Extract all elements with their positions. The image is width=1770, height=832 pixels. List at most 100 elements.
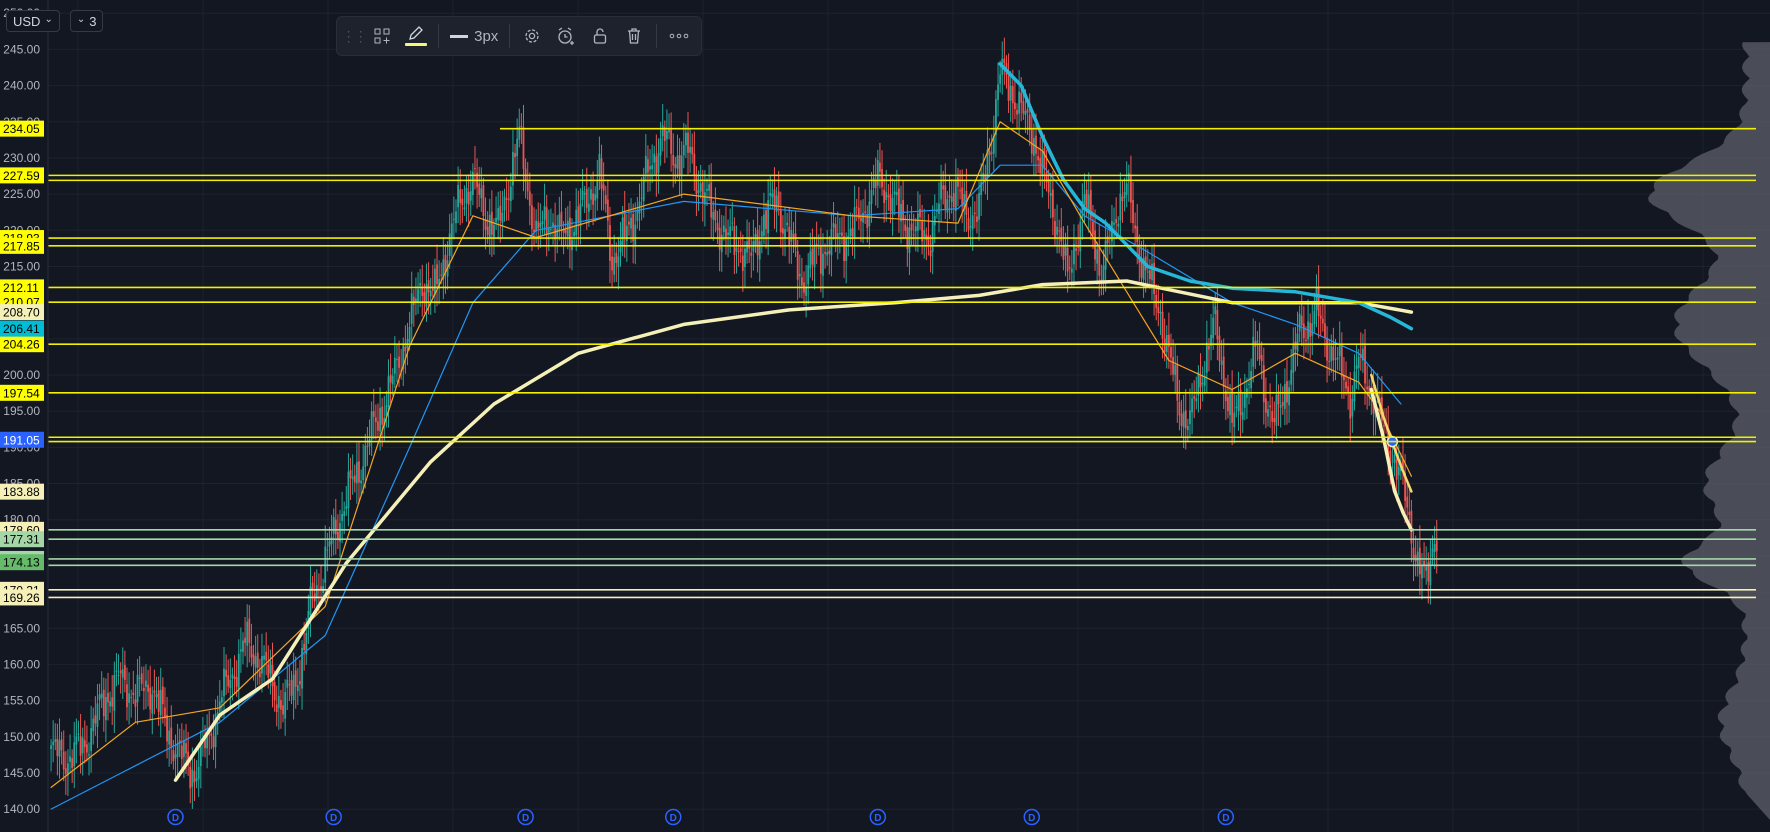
price-tick-label: 240.00 [3,79,40,93]
candle-body [252,654,255,665]
candle-body [1351,399,1354,417]
candle-body [309,586,312,616]
candle-body [1345,381,1347,389]
drag-grip-icon[interactable]: ⋮⋮ [342,21,368,51]
candle-body [280,700,282,710]
candle-body [107,692,109,703]
candle-body [748,237,751,249]
candle-body [674,164,677,168]
trash-icon[interactable] [618,21,650,51]
candle-body [860,217,862,222]
candle-body [782,228,784,234]
candle-body [452,218,455,220]
candle-body [750,252,753,256]
candle-body [1085,189,1088,210]
candle-body [1241,412,1244,420]
candle-body [552,222,554,227]
candle-body [1332,346,1335,361]
candle-body [811,248,814,265]
price-levels[interactable] [48,127,1756,599]
candle-body [94,715,97,724]
candle-body [729,226,732,236]
candle-body [851,228,854,237]
candle-body [824,251,826,254]
candle-body [1125,183,1128,195]
candle-body [628,221,630,225]
candle-body [1258,344,1261,360]
candle-body [691,146,694,155]
candle-body [1102,265,1105,281]
candle-body [1119,193,1122,221]
lock-open-icon[interactable] [584,21,616,51]
pencil-icon[interactable] [400,21,432,51]
candle-body [1368,386,1371,396]
currency-selector[interactable]: USD ⌄ [6,10,60,32]
candle-body [613,257,616,275]
alarm-clock-plus-icon[interactable] [550,21,582,51]
line-width-button[interactable]: 3px [445,21,503,51]
dividend-marker-label: D [1028,813,1035,824]
candle-body [191,769,194,787]
candle-body [1397,466,1400,476]
price-axis[interactable]: 250.00245.00240.00235.00230.00225.00220.… [0,0,49,832]
candle-body [902,200,905,221]
candle-body [680,155,683,177]
candle-body [1237,394,1240,411]
grid-lines [48,0,1770,832]
stock-chart[interactable]: DDDDDDD 250.00245.00240.00235.00230.0022… [0,0,1770,832]
candle-body [299,680,301,685]
candle-body [735,247,738,252]
candle-body [739,248,742,252]
candle-body [805,287,808,296]
candle-body [876,160,879,186]
candle-body [151,694,154,714]
line-width-label: 3px [474,27,499,45]
candle-body [539,223,542,228]
candle-body [670,127,673,154]
candle-body [1315,286,1318,311]
candle-body [777,191,780,206]
candle-body [999,74,1002,84]
candle-body [100,693,103,699]
candle-body [1073,244,1075,265]
grid-add-icon[interactable] [366,21,398,51]
candle-body [408,326,411,343]
price-tick-label: 145.00 [3,766,40,780]
candle-body [879,162,881,172]
candle-body [263,655,265,660]
candle-body [239,649,242,652]
drawing-toolbar[interactable]: ⋮⋮ 3px [336,16,702,56]
candle-body [102,689,105,717]
candle-body [130,696,133,698]
candle-body [1011,86,1014,104]
candle-body [617,256,620,268]
candle-body [1292,343,1295,373]
candle-body [71,758,74,769]
candle-body [944,185,947,209]
candle-body [697,190,700,193]
candle-body [904,224,907,231]
candle-body [328,541,331,547]
candle-body [429,291,432,297]
candle-body [64,768,67,774]
candle-body [254,656,257,668]
candle-body [423,292,426,303]
more-dots-icon[interactable] [663,21,695,51]
candle-body [1041,150,1044,176]
candle-body [1336,357,1339,360]
candle-body [1296,333,1299,352]
candle-body [1267,409,1269,417]
candles[interactable] [50,37,1438,809]
candle-body [1062,245,1065,260]
collapse-indicators-button[interactable]: ⌄ 3 [69,10,104,32]
event-markers[interactable]: DDDDDDD [167,808,1235,826]
candle-body [545,207,548,235]
candle-body [393,357,396,374]
dividend-marker-label: D [172,813,179,824]
candle-body [353,475,356,483]
gear-icon[interactable] [516,21,548,51]
candle-body [56,738,59,757]
candle-body [58,740,61,757]
candle-body [497,208,500,221]
candle-body [773,189,776,208]
